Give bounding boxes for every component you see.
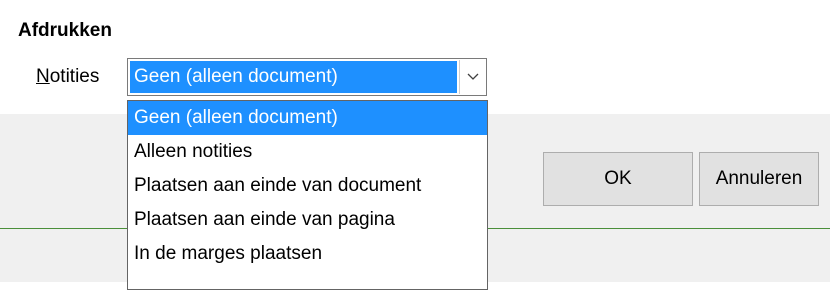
print-settings-panel: Afdrukken Notities Geen (alleen document… — [0, 0, 830, 114]
notes-label: Notities — [36, 66, 99, 88]
cancel-button[interactable]: Annuleren — [699, 152, 819, 206]
dropdown-option-notes-only[interactable]: Alleen notities — [128, 135, 487, 169]
chevron-down-icon — [467, 73, 479, 80]
notes-label-mnemonic: N — [36, 66, 50, 87]
notes-combobox-value[interactable]: Geen (alleen document) — [130, 61, 457, 93]
dropdown-option-margins[interactable]: In de marges plaatsen — [128, 237, 487, 271]
notes-combobox[interactable]: Geen (alleen document) — [127, 58, 487, 96]
combobox-dropdown-button[interactable] — [459, 60, 485, 94]
dropdown-option-none[interactable]: Geen (alleen document) — [128, 101, 487, 135]
dropdown-option-end-of-document[interactable]: Plaatsen aan einde van document — [128, 169, 487, 203]
notes-dropdown-list[interactable]: Geen (alleen document) Alleen notities P… — [127, 100, 488, 290]
notes-label-rest: otities — [49, 66, 100, 87]
ok-button[interactable]: OK — [543, 152, 693, 206]
section-title: Afdrukken — [18, 20, 112, 41]
dropdown-option-end-of-page[interactable]: Plaatsen aan einde van pagina — [128, 203, 487, 237]
